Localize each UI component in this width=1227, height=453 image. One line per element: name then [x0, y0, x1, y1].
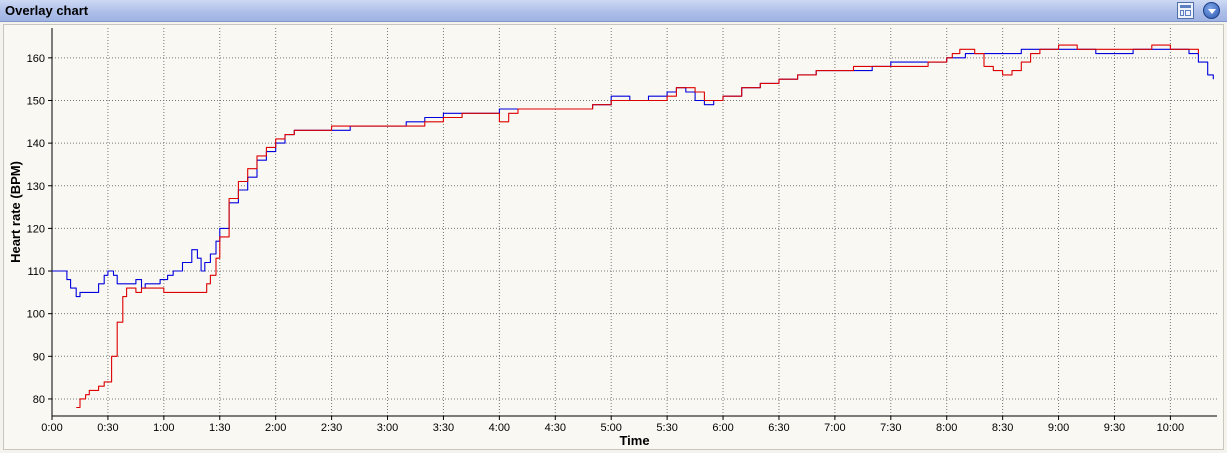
y-axis-label: Heart rate (BPM) — [8, 161, 23, 263]
y-tick-label: 150 — [27, 95, 45, 107]
y-tick-label: 120 — [27, 223, 45, 235]
x-axis-label: Time — [619, 433, 649, 448]
x-tick-label: 4:30 — [545, 422, 566, 434]
y-tick-label: 160 — [27, 53, 45, 65]
x-tick-label: 0:30 — [97, 422, 118, 434]
x-tick-label: 9:30 — [1104, 422, 1125, 434]
chart-axes — [51, 28, 1217, 417]
y-tick-label: 90 — [33, 351, 45, 363]
y-tick-label: 110 — [27, 266, 45, 278]
x-tick-label: 7:00 — [824, 422, 845, 434]
x-tick-label: 8:00 — [936, 422, 957, 434]
overlay-chart-window: Overlay chart 80 90 100 110 120 130 140 150 160 … — [0, 0, 1227, 453]
y-tick-label: 140 — [27, 138, 45, 150]
x-axis-ticks: 0:00 0:30 1:00 1:30 2:00 2:30 3:00 3:30 4:00 4:30… — [41, 416, 1184, 434]
x-tick-label: 3:00 — [377, 422, 398, 434]
x-tick-label: 2:30 — [321, 422, 342, 434]
x-tick-label: 1:00 — [153, 422, 174, 434]
x-tick-label: 6:00 — [712, 422, 733, 434]
x-tick-label: 1:30 — [209, 422, 230, 434]
y-axis-ticks: 80 90 100 110 120 130 140 150 160 — [27, 53, 52, 406]
y-tick-label: 80 — [33, 394, 45, 406]
x-tick-label: 0:00 — [41, 422, 62, 434]
chart-series — [52, 44, 1214, 409]
x-tick-label: 9:00 — [1048, 422, 1069, 434]
x-tick-label: 10:00 — [1157, 422, 1185, 434]
x-tick-label: 5:30 — [656, 422, 677, 434]
y-tick-label: 130 — [27, 181, 45, 193]
x-tick-label: 3:30 — [433, 422, 454, 434]
x-tick-label: 8:30 — [992, 422, 1013, 434]
x-tick-label: 7:30 — [880, 422, 901, 434]
overlay-chart: 80 90 100 110 120 130 140 150 160 0:00 0:30 1:00 1:… — [8, 28, 1217, 448]
series-line-2 — [76, 44, 1199, 409]
series-line-1 — [52, 48, 1214, 298]
chart-grid — [52, 28, 1217, 416]
x-tick-label: 4:00 — [489, 422, 510, 434]
x-tick-label: 2:00 — [265, 422, 286, 434]
y-tick-label: 100 — [27, 309, 45, 321]
x-tick-label: 6:30 — [768, 422, 789, 434]
